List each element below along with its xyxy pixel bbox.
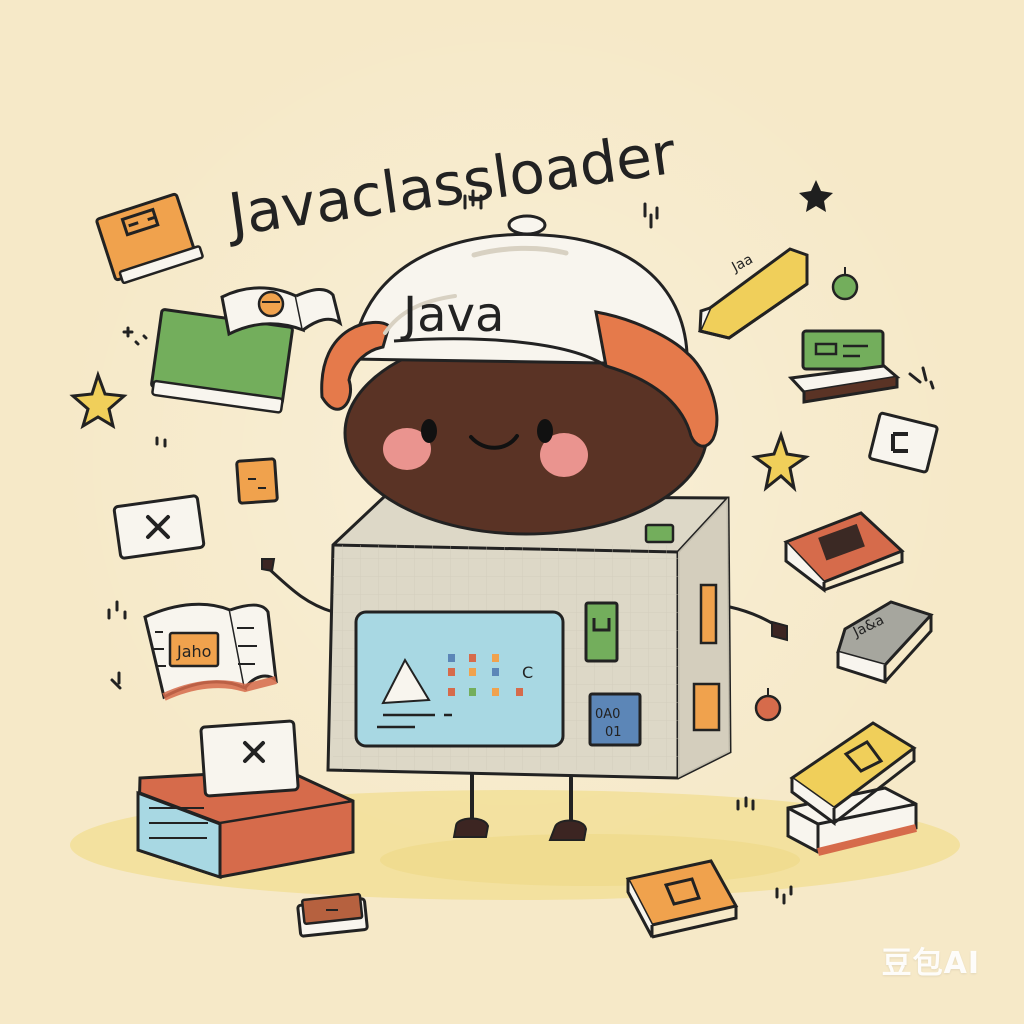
java-classloader-illustration: Javaclassloader Jaho Jaa Ja&a C 0A0 01 J… bbox=[69, 119, 960, 939]
x-card-left bbox=[112, 494, 206, 560]
screen-glyph-bottom-2: 01 bbox=[605, 725, 622, 740]
small-orange-card-left bbox=[235, 457, 279, 505]
screen-glyph-top: C bbox=[522, 663, 533, 682]
star-yellow-right bbox=[751, 430, 810, 493]
open-book-left-middle: Jaho bbox=[143, 602, 278, 701]
star-yellow-left bbox=[69, 370, 128, 430]
white-card-right bbox=[868, 411, 939, 474]
robot-character: C 0A0 01 bbox=[261, 494, 788, 841]
small-brown-book bbox=[296, 892, 369, 938]
book-gray-right: Ja&a bbox=[836, 600, 934, 685]
hat-label: Java bbox=[400, 287, 504, 343]
star-dark-top-right bbox=[799, 180, 833, 212]
open-book-label: Jaho bbox=[176, 642, 211, 661]
book-yellow-top-right: Jaa bbox=[697, 247, 809, 340]
title-text: Javaclassloader bbox=[222, 119, 680, 249]
green-device-right bbox=[787, 329, 901, 404]
book-orange-top-left bbox=[95, 192, 204, 285]
book-red-right bbox=[783, 511, 905, 594]
illustration-scene: Javaclassloader Jaho Jaa Ja&a C 0A0 01 J… bbox=[0, 0, 1024, 1024]
book-stack-bottom-right bbox=[786, 721, 918, 856]
yellow-book-label: Jaa bbox=[728, 251, 755, 276]
screen-glyph-bottom-1: 0A0 bbox=[595, 707, 620, 722]
green-bead bbox=[831, 267, 859, 301]
watermark-logo: 豆包AI bbox=[881, 946, 980, 981]
ground-highlight bbox=[380, 834, 800, 886]
orange-bead bbox=[754, 688, 782, 722]
book-stack-bottom-left bbox=[136, 719, 355, 880]
